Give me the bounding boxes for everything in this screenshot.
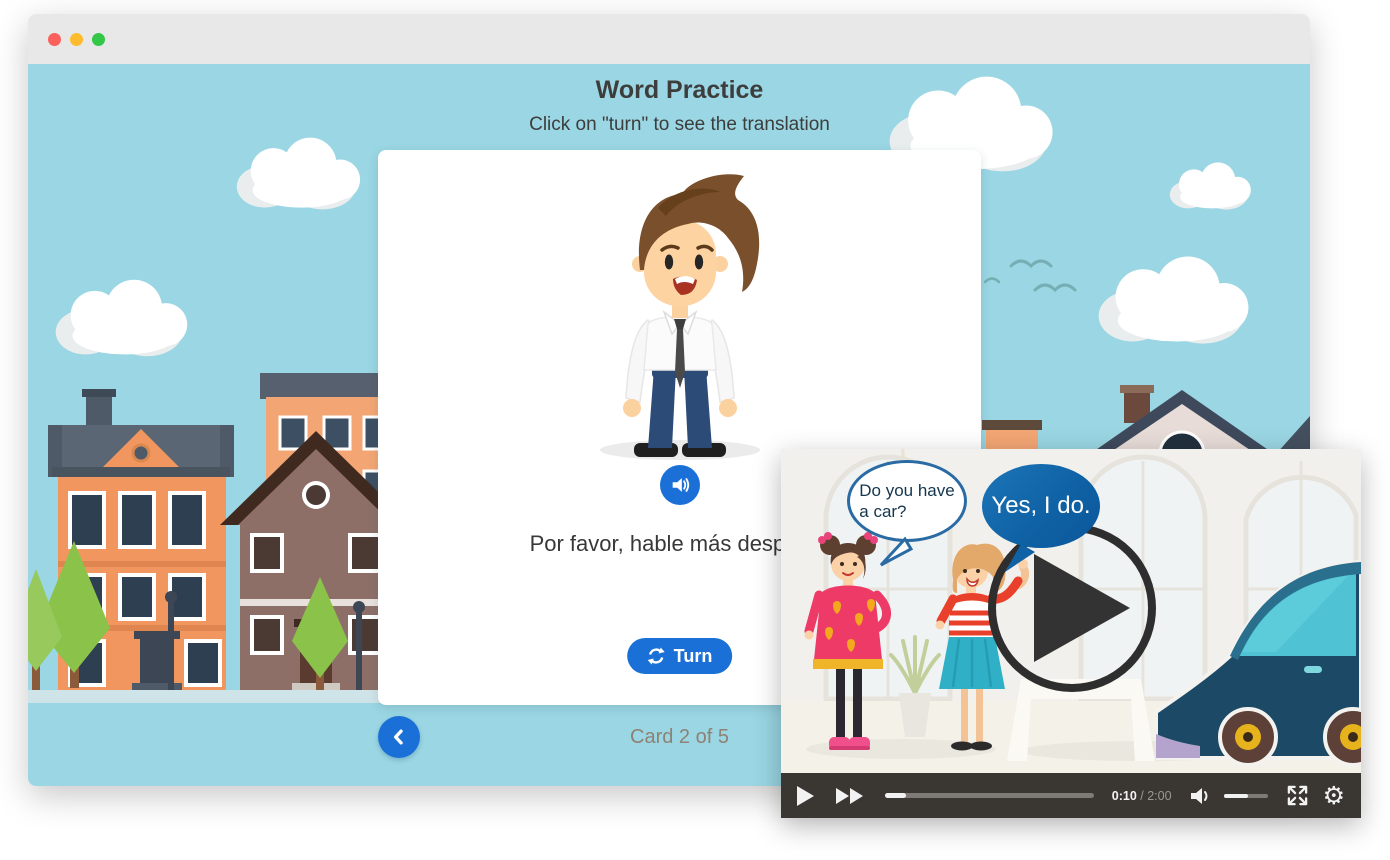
turn-button-label: Turn xyxy=(674,646,713,667)
turn-button[interactable]: Turn xyxy=(627,638,733,674)
volume-button[interactable] xyxy=(1190,786,1214,806)
titlebar xyxy=(28,14,1310,64)
play-icon xyxy=(797,786,814,806)
fast-forward-icon xyxy=(836,788,863,804)
video-player: Do you have a car? Yes, I do. xyxy=(781,449,1361,818)
seek-bar-played xyxy=(885,793,906,798)
settings-button[interactable]: ⚙ xyxy=(1323,783,1345,808)
speech-bubble-answer: Yes, I do. xyxy=(982,464,1100,548)
speech-bubble-answer-tail xyxy=(1003,542,1037,574)
time-current: 0:10 xyxy=(1112,789,1137,803)
speech-bubble-question-tail xyxy=(879,537,913,567)
rooftops-illustration xyxy=(978,376,1310,454)
time-total: 2:00 xyxy=(1147,789,1171,803)
car-illustration xyxy=(1156,544,1361,773)
audio-play-button[interactable] xyxy=(660,465,700,505)
time-separator: / xyxy=(1140,789,1143,803)
speech-bubble-question-line2: a car? xyxy=(859,501,954,522)
play-icon[interactable] xyxy=(1034,554,1130,662)
speech-bubble-question-line1: Do you have xyxy=(859,480,954,501)
refresh-icon xyxy=(647,647,665,665)
video-controls-bar: 0:10 / 2:00 ⚙ xyxy=(781,773,1361,818)
man-character-illustration xyxy=(570,162,790,462)
cloud-icon xyxy=(46,276,196,360)
cloud-icon xyxy=(228,134,368,213)
volume-icon xyxy=(1190,786,1214,806)
play-button[interactable] xyxy=(797,786,814,806)
page-title: Word Practice xyxy=(378,76,981,105)
video-scene: Do you have a car? Yes, I do. xyxy=(781,449,1361,773)
speech-bubble-answer-text: Yes, I do. xyxy=(991,492,1090,520)
speech-bubble-question: Do you have a car? xyxy=(847,460,967,542)
fullscreen-icon xyxy=(1286,784,1309,807)
birds-icon xyxy=(983,250,1093,300)
page-subtitle: Click on "turn" to see the translation xyxy=(378,114,981,136)
volume-slider[interactable] xyxy=(1224,794,1268,798)
speaker-icon xyxy=(669,474,691,496)
cloud-icon xyxy=(1088,252,1258,348)
volume-slider-level xyxy=(1224,794,1248,798)
gear-icon: ⚙ xyxy=(1323,781,1345,810)
fullscreen-button[interactable] xyxy=(1286,784,1309,807)
minimize-button[interactable] xyxy=(70,33,83,46)
time-display: 0:10 / 2:00 xyxy=(1112,789,1172,803)
cloud-icon xyxy=(1164,160,1256,212)
fast-forward-button[interactable] xyxy=(836,788,863,804)
close-button[interactable] xyxy=(48,33,61,46)
seek-bar[interactable] xyxy=(885,793,1094,798)
zoom-button[interactable] xyxy=(92,33,105,46)
